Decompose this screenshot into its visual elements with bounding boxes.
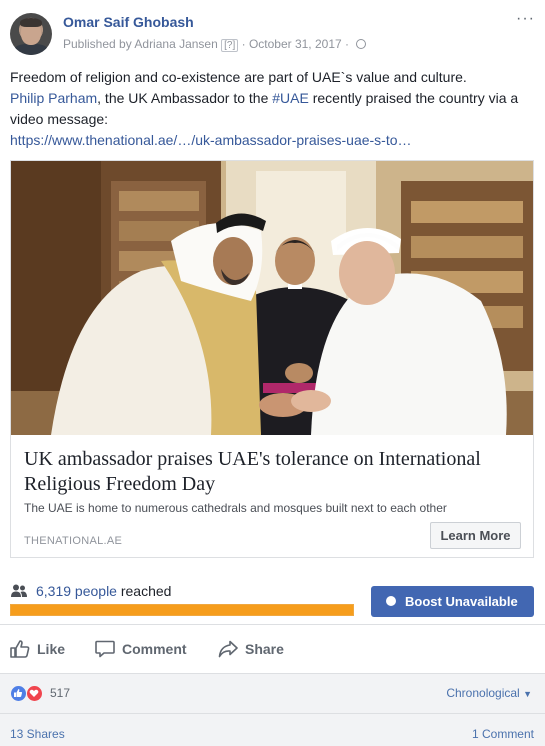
article-title[interactable]: UK ambassador praises UAE's tolerance on…: [24, 447, 522, 497]
like-label: Like: [37, 641, 66, 657]
comments-link[interactable]: 1 Comment: [472, 727, 534, 741]
divider: [0, 713, 545, 714]
boost-label: Boost Unavailable: [405, 594, 518, 609]
reach-progress-fill: [11, 605, 353, 615]
post-text-mid: , the UK Ambassador to the: [97, 90, 273, 106]
comment-button[interactable]: Comment: [95, 632, 195, 666]
divider: [0, 624, 545, 625]
globe-icon[interactable]: [356, 39, 367, 49]
post-date[interactable]: October 31, 2017: [249, 37, 342, 51]
love-reaction-icon[interactable]: [26, 685, 43, 702]
hashtag-link[interactable]: #UAE: [272, 90, 309, 106]
meta-separator: ·: [241, 37, 246, 51]
article-image[interactable]: [11, 161, 533, 435]
boost-button[interactable]: Boost Unavailable: [371, 586, 534, 617]
thumbs-up-icon: [10, 640, 30, 658]
meta-separator-2: ·: [345, 37, 350, 51]
reach-progress-bar: [10, 604, 354, 616]
post-text: Freedom of religion and co-existence are…: [10, 67, 535, 151]
people-reached-link[interactable]: 6,319 people: [36, 583, 117, 599]
help-icon[interactable]: [?]: [221, 39, 239, 52]
caret-down-icon: ▼: [523, 689, 532, 699]
published-by[interactable]: Published by Adriana Jansen: [63, 37, 218, 51]
divider: [0, 673, 545, 674]
shares-link[interactable]: 13 Shares: [10, 727, 65, 741]
author-name[interactable]: Omar Saif Ghobash: [63, 14, 194, 30]
comment-label: Comment: [122, 641, 187, 657]
meeting-photo: [11, 161, 533, 435]
post-text-line1: Freedom of religion and co-existence are…: [10, 69, 467, 85]
like-reaction-icon[interactable]: [10, 685, 27, 702]
share-label: Share: [245, 641, 284, 657]
post-meta: Published by Adriana Jansen [?] · Octobe…: [63, 37, 367, 52]
sort-dropdown[interactable]: Chronological ▼: [446, 686, 532, 700]
more-options-icon[interactable]: ···: [516, 11, 535, 27]
avatar[interactable]: [10, 13, 52, 55]
mention-link[interactable]: Philip Parham: [10, 90, 97, 106]
like-button[interactable]: Like: [10, 632, 80, 666]
share-button[interactable]: Share: [218, 632, 298, 666]
learn-more-button[interactable]: Learn More: [430, 522, 521, 549]
comment-icon: [95, 640, 115, 658]
engagement-bar: [0, 673, 545, 746]
people-icon: [11, 584, 27, 597]
reaction-count[interactable]: 517: [50, 686, 70, 700]
sort-label: Chronological: [446, 686, 520, 700]
link-preview-card[interactable]: UK ambassador praises UAE's tolerance on…: [10, 160, 534, 558]
reach-text: 6,319 people reached: [36, 583, 171, 599]
share-icon: [218, 640, 238, 658]
article-domain: THENATIONAL.AE: [24, 535, 123, 547]
reached-label: reached: [116, 583, 172, 599]
boost-globe-icon: [386, 596, 396, 606]
article-url-link[interactable]: https://www.thenational.ae/…/uk-ambassad…: [10, 132, 412, 148]
facebook-post: Omar Saif Ghobash Published by Adriana J…: [0, 0, 545, 746]
article-description: The UAE is home to numerous cathedrals a…: [24, 501, 447, 515]
